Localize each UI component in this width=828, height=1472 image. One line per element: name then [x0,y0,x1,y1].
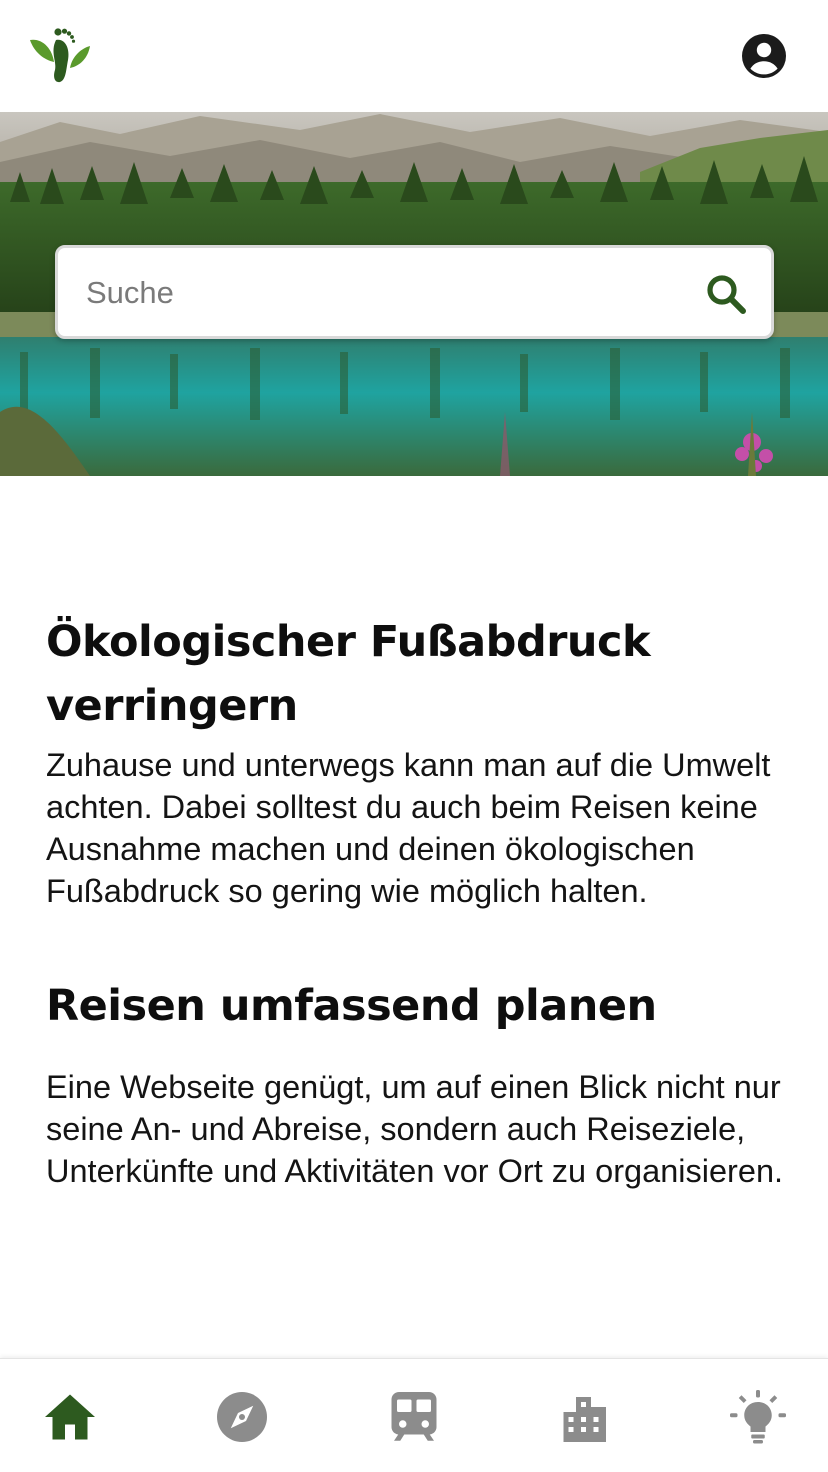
section-title-footprint: Ökologischer Fußabdruck verringern [46,617,651,731]
footprint-leaves-logo[interactable] [26,26,92,86]
section-text-footprint: Zuhause und unterwegs kann man auf die U… [46,747,771,909]
bottom-navigation [0,1358,828,1472]
nav-train-icon[interactable] [384,1387,444,1447]
app-header [0,0,828,112]
search-bar [55,245,774,339]
nav-home-icon[interactable] [40,1387,100,1447]
account-circle-icon[interactable] [740,32,788,80]
nav-lightbulb-icon[interactable] [728,1387,788,1447]
section-text-planning: Eine Webseite genügt, um auf einen Blick… [46,1069,784,1189]
search-input[interactable] [86,266,666,320]
section-title-planning: Reisen umfassend planen [46,981,657,1031]
nav-city-icon[interactable] [556,1387,616,1447]
nav-compass-icon[interactable] [212,1387,272,1447]
search-icon[interactable] [702,270,750,318]
main-content: Ökologischer Fußabdruck verringern Zuhau… [46,610,786,1192]
